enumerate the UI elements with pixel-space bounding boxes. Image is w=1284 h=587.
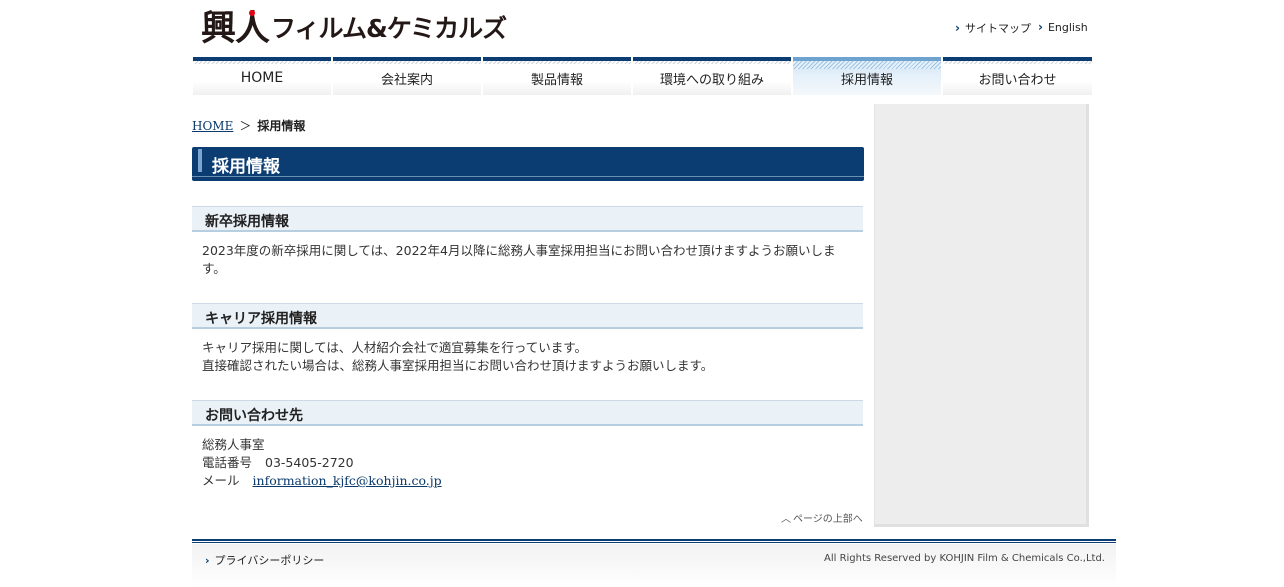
contact-phone: 電話番号 03-5405-2720 <box>202 455 354 470</box>
page: 興人 フィルム&ケミカルズ › サイトマップ › English HOME 会社… <box>0 0 1284 587</box>
back-to-top-link[interactable]: ︿ ページの上部へ <box>781 510 863 525</box>
global-nav: HOME 会社案内 製品情報 環境への取り組み 採用情報 お問い合わせ <box>193 57 1092 95</box>
logo-kanji: 興人 <box>201 8 270 49</box>
page-title-bar: 採用情報 <box>192 147 864 181</box>
chevron-up-icon: ︿ <box>781 514 791 525</box>
sidebar <box>874 104 1089 527</box>
nav-tab-recruit[interactable]: 採用情報 <box>793 57 941 95</box>
sitemap-link[interactable]: › サイトマップ <box>955 20 1031 36</box>
nav-tab-contact[interactable]: お問い合わせ <box>943 57 1092 95</box>
breadcrumb-home-link[interactable]: HOME <box>192 119 233 133</box>
breadcrumb: HOME ＞採用情報 <box>192 119 306 133</box>
company-logo[interactable]: 興人 フィルム&ケミカルズ <box>201 8 507 49</box>
chevron-right-icon: › <box>955 21 960 35</box>
breadcrumb-current: 採用情報 <box>257 119 306 133</box>
section-heading-new-grad: 新卒採用情報 <box>192 206 863 232</box>
contact-mail: メール information_kjfc@kohjin.co.jp <box>202 473 442 488</box>
chevron-right-icon: › <box>1038 20 1043 34</box>
nav-tab-environment[interactable]: 環境への取り組み <box>633 57 791 95</box>
new-grad-text: 2023年度の新卒採用に関しては、2022年4月以降に総務人事室採用担当にお問い… <box>202 243 836 276</box>
english-link[interactable]: › English <box>1038 20 1088 34</box>
contact-dept: 総務人事室 <box>202 437 265 452</box>
privacy-policy-link[interactable]: › プライバシーポリシー <box>205 552 324 568</box>
section-heading-contact: お問い合わせ先 <box>192 400 863 426</box>
nav-tab-products[interactable]: 製品情報 <box>483 57 631 95</box>
copyright: All Rights Reserved by KOHJIN Film & Che… <box>824 553 1105 564</box>
footer: › プライバシーポリシー All Rights Reserved by KOHJ… <box>192 544 1116 587</box>
logo-dot <box>249 10 255 16</box>
chevron-right-icon: › <box>205 553 210 567</box>
nav-tab-home[interactable]: HOME <box>193 57 331 95</box>
career-text: キャリア採用に関しては、人材紹介会社で適宜募集を行っています。 直接確認されたい… <box>202 340 714 373</box>
mail-link[interactable]: information_kjfc@kohjin.co.jp <box>253 473 442 488</box>
page-title: 採用情報 <box>212 157 280 177</box>
nav-tab-company[interactable]: 会社案内 <box>333 57 481 95</box>
section-heading-career: キャリア採用情報 <box>192 303 863 329</box>
footer-divider <box>192 539 1116 543</box>
logo-kana: フィルム&ケミカルズ <box>271 14 507 43</box>
contact-info: 総務人事室 電話番号 03-5405-2720 メール information_kj… <box>202 436 857 490</box>
